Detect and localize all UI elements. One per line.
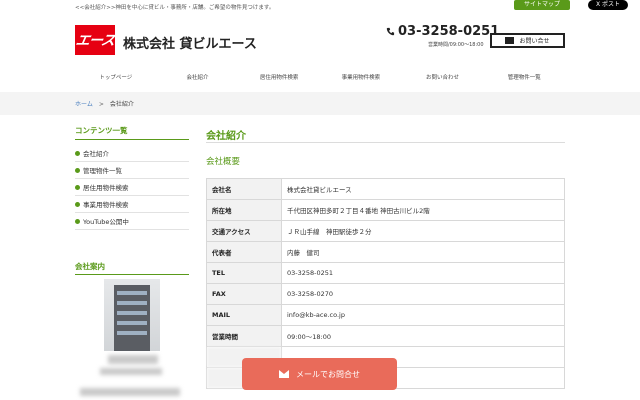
sidebar-list: 会社紹介 管理物件一覧 居住用物件検索 事業用物件検索 YouTube公開中	[75, 145, 189, 230]
breadcrumb-separator: >	[98, 101, 104, 108]
top-right-buttons: サイトマップ X ポスト	[513, 0, 628, 10]
mail-inquiry-label: メールでお問合せ	[296, 369, 360, 379]
row-value[interactable]: info@kb-ace.co.jp	[281, 304, 565, 326]
building-window	[117, 331, 147, 335]
row-value: 03-3258-0270	[281, 283, 565, 305]
sidebar-item-label: YouTube公開中	[83, 218, 129, 226]
title-divider	[206, 142, 565, 143]
bullet-icon	[75, 150, 80, 156]
blurred-caption	[80, 388, 180, 396]
bullet-icon	[75, 184, 80, 190]
x-post-button[interactable]: X ポスト	[587, 0, 628, 10]
contact-button-label: お問い合せ	[519, 38, 550, 45]
sidebar-item-business-search[interactable]: 事業用物件検索	[75, 196, 189, 213]
row-value: 千代田区神田多町２丁目４番地 神田古川ビル2階	[281, 199, 565, 221]
nav-item-managed-properties[interactable]: 管理物件一覧	[483, 68, 565, 88]
row-key: 代表者	[206, 241, 282, 263]
building-window	[117, 291, 147, 295]
sitemap-button[interactable]: サイトマップ	[513, 0, 570, 10]
nav-item-residential-search[interactable]: 居住用物件検索	[238, 68, 320, 88]
sidebar-item-label: 会社紹介	[83, 150, 109, 158]
blurred-caption	[108, 355, 158, 364]
row-value: 内藤 健司	[281, 241, 565, 263]
sidebar-item-label: 居住用物件検索	[83, 184, 129, 192]
building-window	[117, 321, 147, 325]
nav-item-contact[interactable]: お問い合わせ	[402, 68, 484, 88]
mail-inquiry-button[interactable]: メールでお問合せ	[242, 358, 397, 390]
phone-number[interactable]: 03-3258-0251	[398, 24, 499, 39]
row-key: 所在地	[206, 199, 282, 221]
row-value: ＪＲ山手線 神田駅徒歩２分	[281, 220, 565, 242]
table-row: 交通アクセス ＪＲ山手線 神田駅徒歩２分	[206, 220, 565, 242]
bullet-icon	[75, 218, 80, 224]
global-nav: トップページ 会社紹介 居住用物件検索 事業用物件検索 お問い合わせ 管理物件一…	[75, 68, 565, 88]
sidebar-title-divider	[75, 139, 189, 140]
table-row: 所在地 千代田区神田多町２丁目４番地 神田古川ビル2階	[206, 199, 565, 221]
bullet-icon	[75, 201, 80, 207]
bullet-icon	[75, 167, 80, 173]
table-row: MAIL info@kb-ace.co.jp	[206, 304, 565, 326]
page-title: 会社紹介	[206, 131, 246, 142]
sidebar-item-managed-properties[interactable]: 管理物件一覧	[75, 162, 189, 179]
company-logo[interactable]: エース	[74, 25, 116, 55]
sidebar-item-youtube[interactable]: YouTube公開中	[75, 213, 189, 230]
breadcrumb-home[interactable]: ホーム	[75, 101, 93, 108]
sidebar-guide-divider	[75, 274, 189, 275]
building-photo	[104, 279, 160, 351]
breadcrumb-current: 会社紹介	[109, 101, 134, 108]
sidebar-item-residential-search[interactable]: 居住用物件検索	[75, 179, 189, 196]
sidebar-item-company[interactable]: 会社紹介	[75, 145, 189, 162]
breadcrumb: ホーム > 会社紹介	[75, 99, 134, 108]
blurred-caption	[100, 368, 162, 375]
row-key: 営業時間	[206, 325, 282, 347]
envelope-icon	[279, 370, 289, 378]
row-key: 交通アクセス	[206, 220, 282, 242]
table-row: TEL 03-3258-0251	[206, 262, 565, 284]
row-value: 株式会社貸ビルエース	[281, 178, 565, 200]
section-title: 会社概要	[206, 157, 241, 167]
tagline: <<会社紹介>>神田を中心に貸ビル・事務所・店舗。ご希望の物件見つけます。	[75, 5, 275, 11]
contact-button[interactable]: お問い合せ	[490, 33, 565, 48]
phone-icon	[386, 27, 395, 36]
sidebar-contents-title: コンテンツ一覧	[75, 126, 128, 135]
sidebar-item-label: 事業用物件検索	[83, 201, 129, 209]
building-window	[117, 301, 147, 305]
nav-item-company[interactable]: 会社紹介	[157, 68, 239, 88]
business-hours: 営業時間/09:00〜18:00	[428, 42, 484, 48]
company-name[interactable]: 株式会社 貸ビルエース	[123, 33, 257, 52]
mail-icon	[505, 37, 515, 44]
building-window	[117, 311, 147, 315]
logo-text: エース	[74, 33, 116, 49]
row-key: TEL	[206, 262, 282, 284]
table-row: 営業時間 09:00〜18:00	[206, 325, 565, 347]
row-key: FAX	[206, 283, 282, 305]
table-row: 会社名 株式会社貸ビルエース	[206, 178, 565, 200]
table-row: FAX 03-3258-0270	[206, 283, 565, 305]
sidebar-item-label: 管理物件一覧	[83, 167, 122, 175]
nav-item-top[interactable]: トップページ	[75, 68, 157, 88]
row-value: 09:00〜18:00	[281, 325, 565, 347]
row-key: MAIL	[206, 304, 282, 326]
sidebar-guide-title: 会社案内	[75, 262, 105, 271]
row-value: 03-3258-0251	[281, 262, 565, 284]
row-key: 会社名	[206, 178, 282, 200]
phone-block: 03-3258-0251	[386, 24, 499, 39]
table-row: 代表者 内藤 健司	[206, 241, 565, 263]
nav-item-business-search[interactable]: 事業用物件検索	[320, 68, 402, 88]
